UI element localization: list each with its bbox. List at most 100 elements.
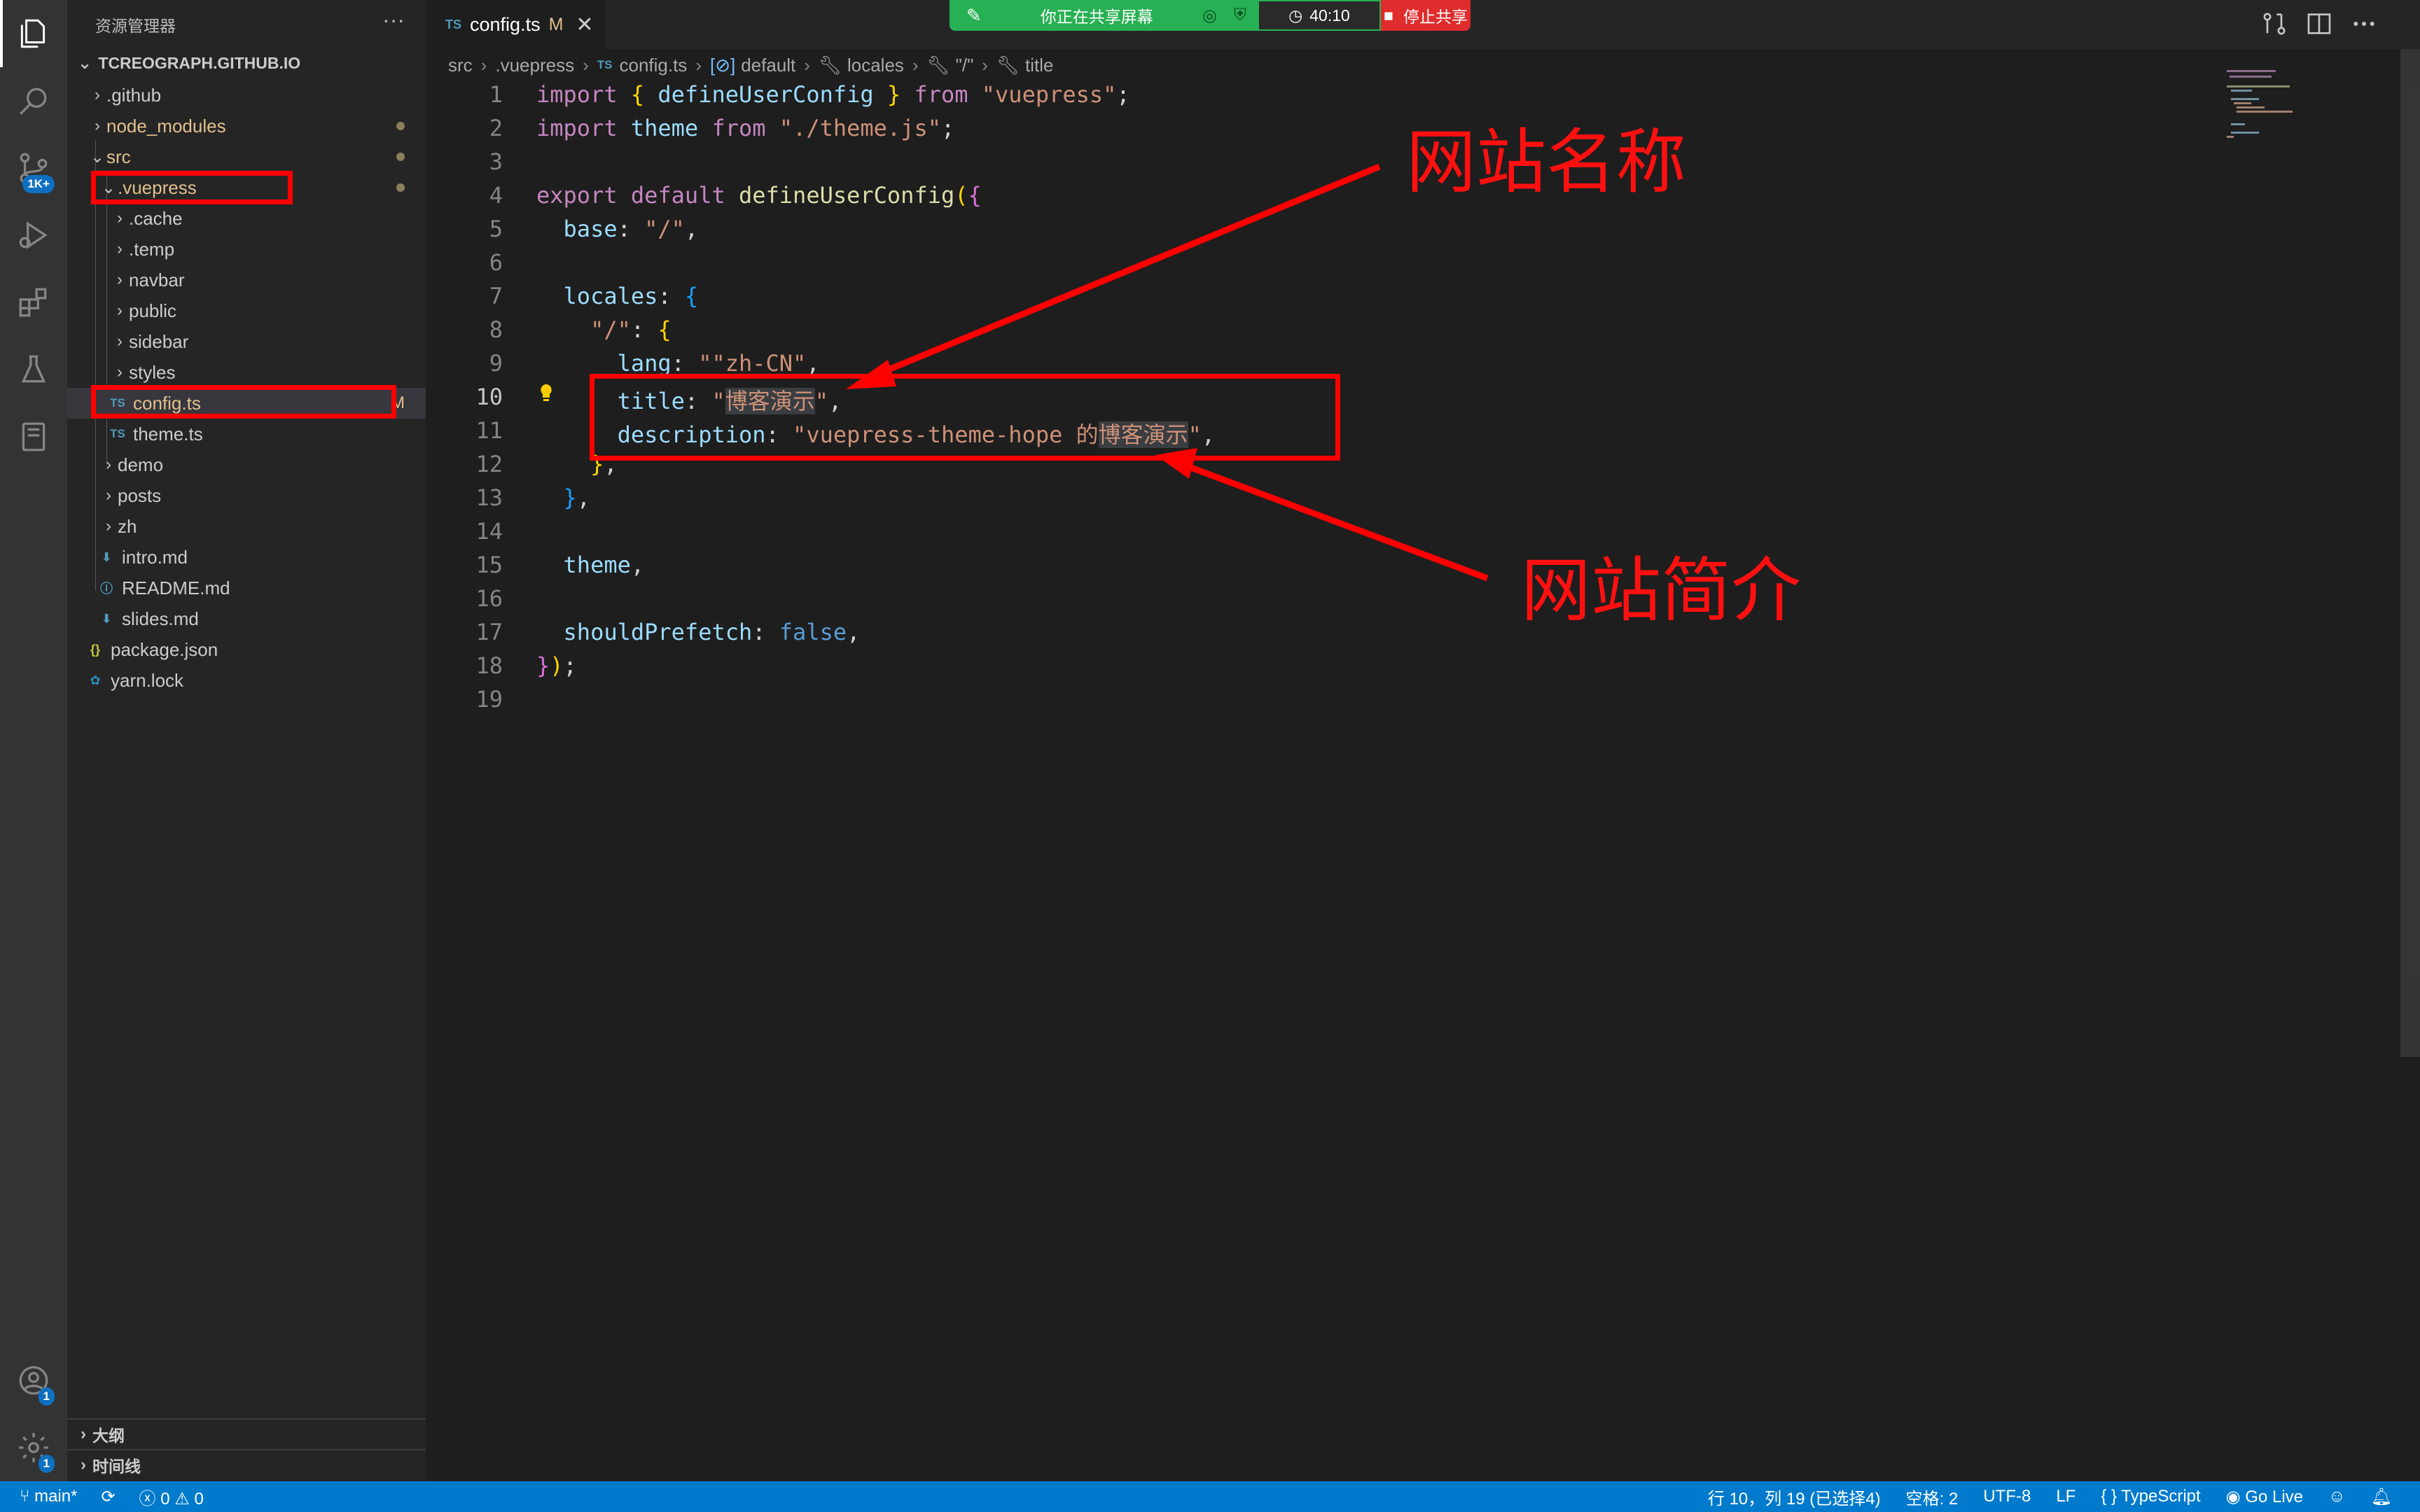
code-line: "/": { bbox=[590, 316, 672, 343]
line-number: 8 bbox=[489, 316, 503, 343]
language-mode[interactable]: { } TypeScript bbox=[2101, 1487, 2200, 1506]
breadcrumb-item[interactable]: title bbox=[1025, 55, 1053, 76]
feedback-icon[interactable]: ☺ bbox=[2328, 1487, 2346, 1506]
line-number-current: 10 bbox=[475, 384, 503, 410]
explorer-icon[interactable] bbox=[0, 0, 67, 67]
sync-icon[interactable]: ⟳ bbox=[101, 1487, 115, 1507]
remote-explorer-icon[interactable] bbox=[0, 403, 67, 470]
tree-item-zh[interactable]: › zh bbox=[67, 511, 426, 542]
code-editor[interactable]: 1 2 3 4 5 6 7 8 9 10 11 12 13 14 15 16 1… bbox=[426, 81, 2420, 1481]
wrench-icon: 🔧︎ bbox=[818, 54, 842, 76]
line-number: 18 bbox=[475, 652, 503, 679]
tree-item-src[interactable]: ⌄ src bbox=[67, 141, 426, 172]
scm-badge: 1K+ bbox=[22, 175, 55, 193]
tree-item-intro-md[interactable]: ⬇ intro.md bbox=[67, 542, 426, 573]
line-number: 14 bbox=[475, 518, 503, 545]
end-of-line[interactable]: LF bbox=[2056, 1487, 2075, 1506]
branch-name: main* bbox=[34, 1487, 78, 1506]
tree-item-readme-md[interactable]: ⓘ README.md bbox=[67, 573, 426, 603]
chevron-right-icon: › bbox=[804, 54, 810, 76]
encoding[interactable]: UTF-8 bbox=[1983, 1487, 2031, 1506]
extensions-icon[interactable] bbox=[0, 269, 67, 336]
search-icon[interactable] bbox=[0, 67, 67, 134]
chevron-right-icon: › bbox=[106, 517, 111, 536]
code-line: import { defineUserConfig } from "vuepre… bbox=[536, 81, 1130, 108]
more-icon[interactable] bbox=[2350, 10, 2378, 38]
open-changes-icon[interactable] bbox=[2260, 10, 2288, 38]
problems-status[interactable]: ⓧ 0 ⚠ 0 bbox=[139, 1485, 204, 1509]
git-branch-icon: ⑂ bbox=[20, 1487, 30, 1506]
modified-dot bbox=[396, 153, 405, 161]
settings-badge: 1 bbox=[38, 1455, 55, 1473]
line-number: 15 bbox=[475, 552, 503, 578]
line-number: 2 bbox=[489, 115, 503, 141]
notifications-bell-icon[interactable]: 🔔︎ bbox=[2371, 1487, 2392, 1507]
vertical-scrollbar[interactable] bbox=[2400, 49, 2420, 1057]
go-live-button[interactable]: ◉ Go Live bbox=[2226, 1487, 2303, 1507]
shield-icon: ⛨ bbox=[1234, 6, 1246, 24]
split-editor-icon[interactable] bbox=[2305, 10, 2333, 38]
testing-icon[interactable] bbox=[0, 336, 67, 403]
chevron-right-icon: › bbox=[95, 85, 100, 104]
tree-item-theme-ts[interactable]: TS theme.ts bbox=[67, 419, 426, 449]
explorer-title: 资源管理器 bbox=[95, 17, 176, 35]
code-line: import theme from "./theme.js"; bbox=[536, 115, 955, 141]
workspace-folder-header[interactable]: ⌄ TCREOGRAPH.GITHUB.IO bbox=[76, 53, 300, 74]
tree-item-public[interactable]: › public bbox=[67, 295, 426, 326]
tree-item-styles[interactable]: › styles bbox=[67, 357, 426, 388]
branch-status[interactable]: ⑂ main* bbox=[20, 1487, 77, 1506]
settings-gear-icon[interactable]: 1 bbox=[0, 1414, 67, 1481]
breadcrumb-item[interactable]: locales bbox=[847, 55, 904, 76]
line-number: 3 bbox=[489, 148, 503, 175]
source-control-icon[interactable]: 1K+ bbox=[0, 134, 67, 202]
warning-icon: ⚠ bbox=[174, 1489, 190, 1508]
wrench-icon: 🔧︎ bbox=[926, 54, 950, 76]
error-icon: ⓧ bbox=[139, 1489, 156, 1508]
tree-item-posts[interactable]: › posts bbox=[67, 480, 426, 511]
status-bar: ⑂ main* ⟳ ⓧ 0 ⚠ 0 行 10，列 19 (已选择4) 空格: 2… bbox=[0, 1481, 2420, 1512]
info-file-icon: ⓘ bbox=[100, 582, 113, 596]
tree-item-github[interactable]: › .github bbox=[67, 80, 426, 111]
tree-label: public bbox=[129, 300, 176, 321]
timer-value: 40:10 bbox=[1309, 6, 1350, 24]
tree-item-sidebar[interactable]: › sidebar bbox=[67, 326, 426, 357]
cursor-position[interactable]: 行 10，列 19 (已选择4) bbox=[1708, 1485, 1881, 1509]
annotation-site-desc: 网站简介 bbox=[1521, 550, 1801, 631]
breadcrumb-item[interactable]: src bbox=[448, 55, 473, 76]
tree-item-yarn-lock[interactable]: ✿ yarn.lock bbox=[67, 665, 426, 696]
line-number: 11 bbox=[475, 417, 503, 444]
warning-count: 0 bbox=[194, 1489, 204, 1508]
close-icon[interactable]: ✕ bbox=[576, 13, 593, 37]
breadcrumb-item[interactable]: default bbox=[741, 55, 795, 76]
indentation[interactable]: 空格: 2 bbox=[1906, 1485, 1959, 1509]
breadcrumb-item[interactable]: "/" bbox=[956, 55, 974, 76]
tree-item-temp[interactable]: › .temp bbox=[67, 234, 426, 265]
typescript-file-icon: TS bbox=[110, 427, 125, 440]
stop-share-button[interactable]: ■ 停止共享 bbox=[1381, 0, 1470, 31]
recording-icon: ◎ bbox=[1202, 6, 1217, 25]
tree-item-slides-md[interactable]: ⬇ slides.md bbox=[67, 603, 426, 634]
timeline-panel-header[interactable]: › 时间线 bbox=[67, 1449, 426, 1480]
run-debug-icon[interactable] bbox=[0, 202, 67, 269]
chevron-right-icon: › bbox=[117, 301, 123, 320]
tree-item-package-json[interactable]: {} package.json bbox=[67, 634, 426, 665]
tree-item-demo[interactable]: › demo bbox=[67, 449, 426, 480]
screen-share-banner: ✎ 你正在共享屏幕 ◎ ⛨ ◷ 40:10 ■ 停止共享 bbox=[950, 0, 1470, 31]
stop-label: 停止共享 bbox=[1403, 8, 1468, 26]
breadcrumb: src › .vuepress › TS config.ts › [⊘] default ›… bbox=[426, 49, 2420, 81]
code-line: export default defineUserConfig({ bbox=[536, 182, 982, 209]
breadcrumb-item[interactable]: config.ts bbox=[619, 55, 687, 76]
more-actions-button[interactable]: ··· bbox=[382, 7, 405, 33]
tab-config-ts[interactable]: TS config.ts M ✕ bbox=[426, 0, 605, 49]
minimap[interactable] bbox=[2227, 70, 2409, 154]
string-literal: "/" bbox=[644, 216, 685, 242]
accounts-icon[interactable]: 1 bbox=[0, 1347, 67, 1414]
chevron-down-icon: ⌄ bbox=[77, 54, 92, 73]
tree-item-cache[interactable]: › .cache bbox=[67, 203, 426, 234]
outline-panel-header[interactable]: › 大纲 bbox=[67, 1418, 426, 1449]
tree-item-node-modules[interactable]: › node_modules bbox=[67, 111, 426, 141]
string-literal: "/" bbox=[590, 316, 631, 343]
breadcrumb-item[interactable]: .vuepress bbox=[495, 55, 574, 76]
tree-item-navbar[interactable]: › navbar bbox=[67, 265, 426, 295]
symbol-variable-icon: [⊘] bbox=[709, 54, 736, 76]
